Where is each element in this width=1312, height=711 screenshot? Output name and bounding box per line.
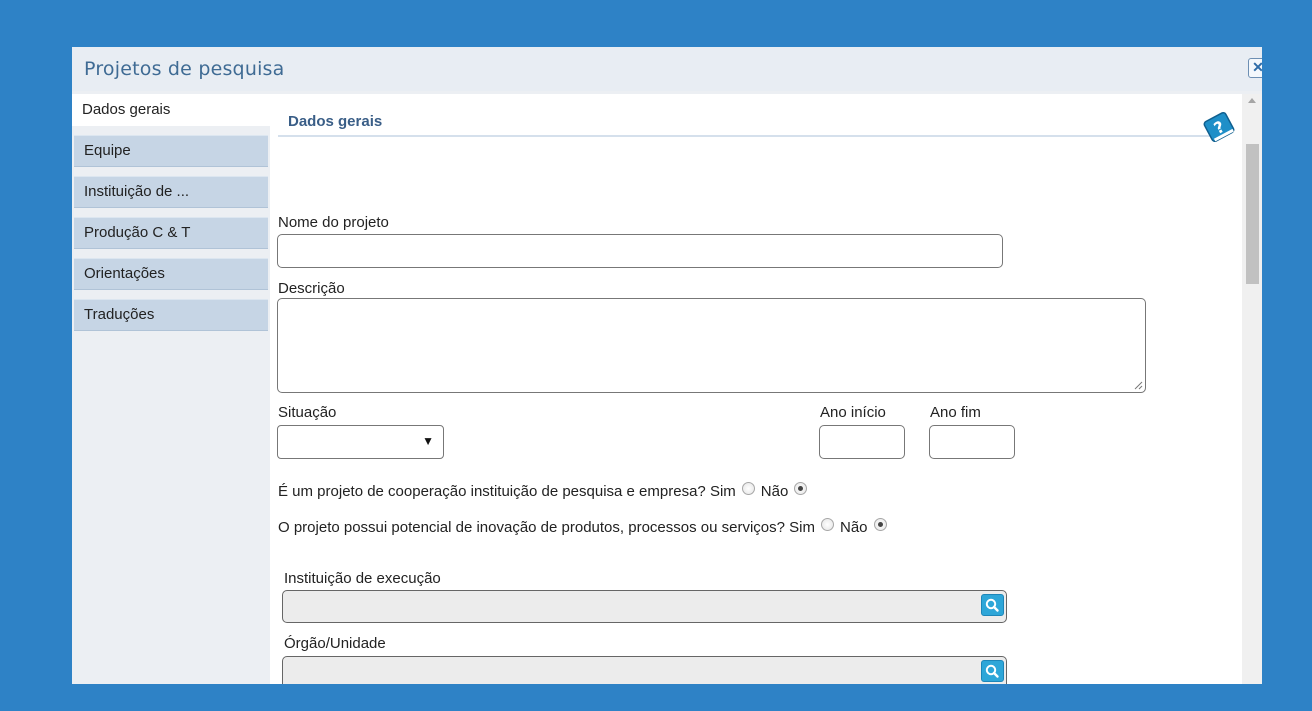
nome-label: Nome do projeto <box>278 214 389 231</box>
tab-label: Produção C & T <box>84 224 191 241</box>
dialog-window: Projetos de pesquisa ✕ Dados gerais Equi… <box>72 47 1262 684</box>
descricao-label: Descrição <box>278 280 345 297</box>
scroll-thumb[interactable] <box>1246 144 1259 284</box>
ano-inicio-label: Ano início <box>820 404 886 421</box>
tab-orientacoes[interactable]: Orientações <box>74 258 268 290</box>
instituicao-label: Instituição de execução <box>284 570 441 587</box>
sim-label: Sim <box>709 483 736 500</box>
form-content: Dados gerais ? Nome do projeto Descrição… <box>270 94 1242 684</box>
inovacao-question: O projeto possui potencial de inovação d… <box>278 518 893 536</box>
inovacao-nao-radio[interactable] <box>873 518 887 531</box>
tab-label: Instituição de ... <box>84 183 190 200</box>
search-icon[interactable] <box>981 594 1004 616</box>
instituicao-lookup-field[interactable] <box>282 590 1007 623</box>
ano-inicio-input[interactable] <box>819 425 905 459</box>
tab-label: Dados gerais <box>82 101 171 118</box>
orgao-lookup-field[interactable] <box>282 656 1007 684</box>
tab-producao[interactable]: Produção C & T <box>74 217 268 249</box>
tab-equipe[interactable]: Equipe <box>74 135 268 167</box>
ano-fim-label: Ano fim <box>930 404 981 421</box>
close-icon[interactable]: ✕ <box>1248 58 1262 78</box>
situacao-label: Situação <box>278 404 337 421</box>
tab-label: Traduções <box>84 306 155 323</box>
situacao-select[interactable]: ▼ <box>277 425 444 459</box>
section-title: Dados gerais <box>288 113 383 130</box>
inovacao-text: O projeto possui potencial de inovação d… <box>278 519 785 536</box>
cooperacao-sim-radio[interactable] <box>741 482 755 495</box>
sim-label: Sim <box>789 519 815 536</box>
descricao-textarea[interactable] <box>277 298 1146 393</box>
chevron-down-icon: ▼ <box>422 434 434 448</box>
tab-label: Equipe <box>84 142 131 159</box>
nao-label: Não <box>760 483 789 500</box>
title-bar: Projetos de pesquisa ✕ <box>72 47 1262 91</box>
nao-label: Não <box>839 519 868 536</box>
dialog-title: Projetos de pesquisa <box>84 58 285 80</box>
orgao-label: Órgão/Unidade <box>284 635 386 652</box>
cooperacao-nao-radio[interactable] <box>794 482 808 495</box>
vertical-scrollbar[interactable] <box>1242 94 1262 684</box>
search-icon[interactable] <box>981 660 1004 682</box>
inovacao-sim-radio[interactable] <box>820 518 834 531</box>
cooperacao-question: É um projeto de cooperação instituição d… <box>278 482 813 500</box>
resize-grip-icon[interactable] <box>1133 380 1143 390</box>
tab-sidebar: Dados gerais Equipe Instituição de ... P… <box>72 94 270 684</box>
tab-instituicao[interactable]: Instituição de ... <box>74 176 268 208</box>
section-divider <box>278 135 1214 137</box>
scroll-up-icon[interactable] <box>1248 98 1256 103</box>
nome-projeto-input[interactable] <box>277 234 1003 268</box>
tab-dados-gerais[interactable]: Dados gerais <box>72 94 270 126</box>
cooperacao-text: É um projeto de cooperação instituição d… <box>278 483 706 500</box>
help-book-icon[interactable]: ? <box>1202 110 1236 144</box>
ano-fim-input[interactable] <box>929 425 1015 459</box>
tab-label: Orientações <box>84 265 165 282</box>
tab-traducoes[interactable]: Traduções <box>74 299 268 331</box>
